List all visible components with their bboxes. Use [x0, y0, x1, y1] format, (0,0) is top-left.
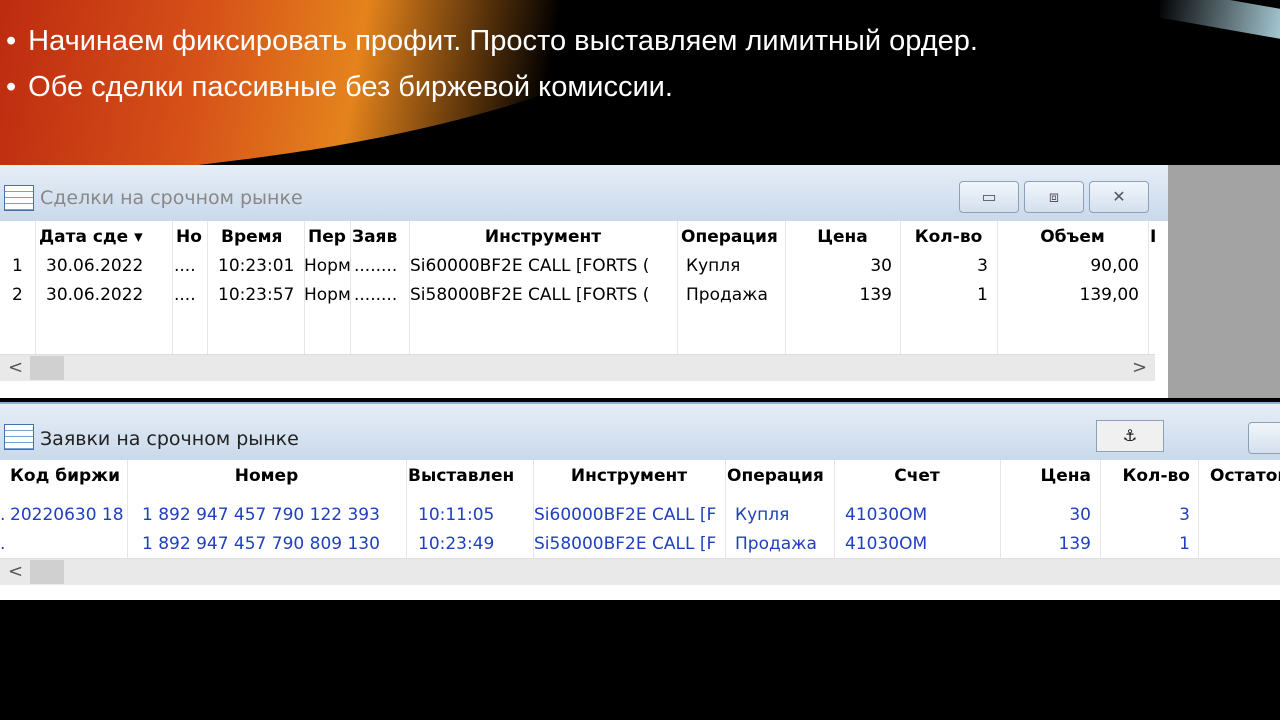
cell-number: ....	[174, 285, 196, 305]
horizontal-scrollbar[interactable]: < >	[0, 354, 1155, 381]
table-header: Код биржи Номер Выставлен Инструмент Опе…	[0, 462, 1280, 491]
column-header[interactable]: Цена	[785, 223, 900, 252]
minimize-button[interactable]: ▭	[959, 181, 1019, 213]
scroll-right-icon[interactable]: >	[1132, 357, 1147, 378]
window-title: Сделки на срочном рынке	[40, 187, 303, 209]
scroll-left-icon[interactable]: <	[8, 357, 23, 378]
cell-instrument: Si60000BF2E CALL [F	[534, 505, 717, 525]
cell-operation: Продажа	[686, 285, 768, 305]
title-bar[interactable]: Заявки на срочном рынке ⚓	[0, 404, 1280, 460]
cell-time: 10:23:57	[218, 285, 295, 305]
cell-date: 30.06.2022	[46, 285, 144, 305]
bullet: Начинаем фиксировать профит. Просто выст…	[6, 18, 978, 64]
restore-button[interactable]: ⧈	[1024, 181, 1084, 213]
slide-bullets: Начинаем фиксировать профит. Просто выст…	[6, 18, 978, 110]
cell-index: 1	[12, 256, 23, 276]
column-header[interactable]: Выставлен	[404, 462, 533, 491]
column-header[interactable]: Заяв	[348, 223, 409, 252]
title-bar[interactable]: Сделки на срочном рынке ▭ ⧈ ✕	[0, 165, 1168, 221]
cell-qty: 3	[1179, 505, 1190, 525]
column-header[interactable]: I	[1146, 223, 1155, 252]
cell-price: 139	[859, 285, 892, 305]
cell-instrument: Si58000BF2E CALL [FORTS (	[410, 285, 650, 305]
table-row[interactable]: . 1 892 947 457 790 809 130 10:23:49 Si5…	[0, 530, 1280, 559]
table-row[interactable]: . 20220630 18 1 892 947 457 790 122 393 …	[0, 501, 1280, 530]
horizontal-scrollbar[interactable]: <	[0, 558, 1280, 585]
cell-number: 1 892 947 457 790 809 130	[142, 534, 380, 554]
cell-operation: Купля	[686, 256, 741, 276]
orders-table-icon	[4, 424, 34, 450]
cell-placed-time: 10:11:05	[418, 505, 495, 525]
column-header[interactable]: Время	[217, 223, 304, 252]
cell-exchange-code: 20220630 18	[10, 505, 124, 525]
cell-price: 139	[1058, 534, 1091, 554]
cell-placed-time: 10:23:49	[418, 534, 495, 554]
cell-index: 2	[12, 285, 23, 305]
orders-table: Код биржи Номер Выставлен Инструмент Опе…	[0, 460, 1280, 558]
window-title: Заявки на срочном рынке	[40, 428, 299, 450]
cell-account: 41030OM	[845, 534, 928, 554]
cell-qty: 1	[977, 285, 988, 305]
column-header[interactable]: Номер	[127, 462, 406, 491]
cell-volume: 139,00	[1079, 285, 1139, 305]
column-header[interactable]: Кол-во	[900, 223, 997, 252]
cell-price: 30	[1069, 505, 1091, 525]
cell-number: 1 892 947 457 790 122 393	[142, 505, 380, 525]
deals-window: Сделки на срочном рынке ▭ ⧈ ✕ Дата сде ▾…	[0, 165, 1168, 398]
column-header[interactable]: Но	[172, 223, 207, 252]
cell-volume: 90,00	[1090, 256, 1139, 276]
column-header[interactable]: Код биржи	[6, 462, 127, 491]
column-header[interactable]: Счет	[834, 462, 1000, 491]
cell-qty: 3	[977, 256, 988, 276]
column-header[interactable]: Кол-во	[1100, 462, 1194, 491]
cell-qty: 1	[1179, 534, 1190, 554]
column-header[interactable]: Остаток	[1206, 462, 1280, 491]
column-header[interactable]: Инструмент	[409, 223, 677, 252]
cell-instrument: Si58000BF2E CALL [F	[534, 534, 717, 554]
close-button[interactable]: ✕	[1089, 181, 1149, 213]
deals-table: Дата сде ▾ Но Время Пер Заяв Инструмент …	[0, 221, 1155, 355]
table-header: Дата сде ▾ Но Время Пер Заяв Инструмент …	[0, 223, 1155, 252]
cell-instrument: Si60000BF2E CALL [FORTS (	[410, 256, 650, 276]
cell-period: Норм	[304, 285, 350, 305]
column-header[interactable]: Инструмент	[533, 462, 725, 491]
bullet: Обе сделки пассивные без биржевой комисс…	[6, 64, 978, 110]
deals-table-icon	[4, 185, 34, 211]
table-row[interactable]: 2 30.06.2022 .... 10:23:57 Норм ........…	[0, 281, 1155, 310]
column-header[interactable]: Пер	[304, 223, 350, 252]
column-header[interactable]: Операция	[723, 462, 835, 491]
anchor-button[interactable]: ⚓	[1096, 420, 1164, 452]
column-header[interactable]: Операция	[677, 223, 789, 252]
slide-decoration	[1160, 0, 1280, 43]
scroll-thumb[interactable]	[30, 560, 64, 584]
cell-operation: Продажа	[735, 534, 817, 554]
cell-price: 30	[870, 256, 892, 276]
desktop-background	[1168, 165, 1280, 398]
scroll-left-icon[interactable]: <	[8, 561, 23, 582]
cell-marker: .	[0, 534, 6, 554]
cell-time: 10:23:01	[218, 256, 295, 276]
column-header[interactable]: Дата сде ▾	[35, 223, 172, 252]
table-row[interactable]: 1 30.06.2022 .... 10:23:01 Норм ........…	[0, 252, 1155, 281]
cell-operation: Купля	[735, 505, 790, 525]
column-header[interactable]: Цена	[1000, 462, 1095, 491]
cell-account: 41030OM	[845, 505, 928, 525]
minimize-button[interactable]	[1248, 422, 1280, 454]
cell-date: 30.06.2022	[46, 256, 144, 276]
orders-window: Заявки на срочном рынке ⚓ Код биржи Номе…	[0, 402, 1280, 600]
scroll-thumb[interactable]	[30, 356, 64, 380]
cell-period: Норм	[304, 256, 350, 276]
cell-number: ....	[174, 256, 196, 276]
column-header[interactable]: Объем	[997, 223, 1148, 252]
